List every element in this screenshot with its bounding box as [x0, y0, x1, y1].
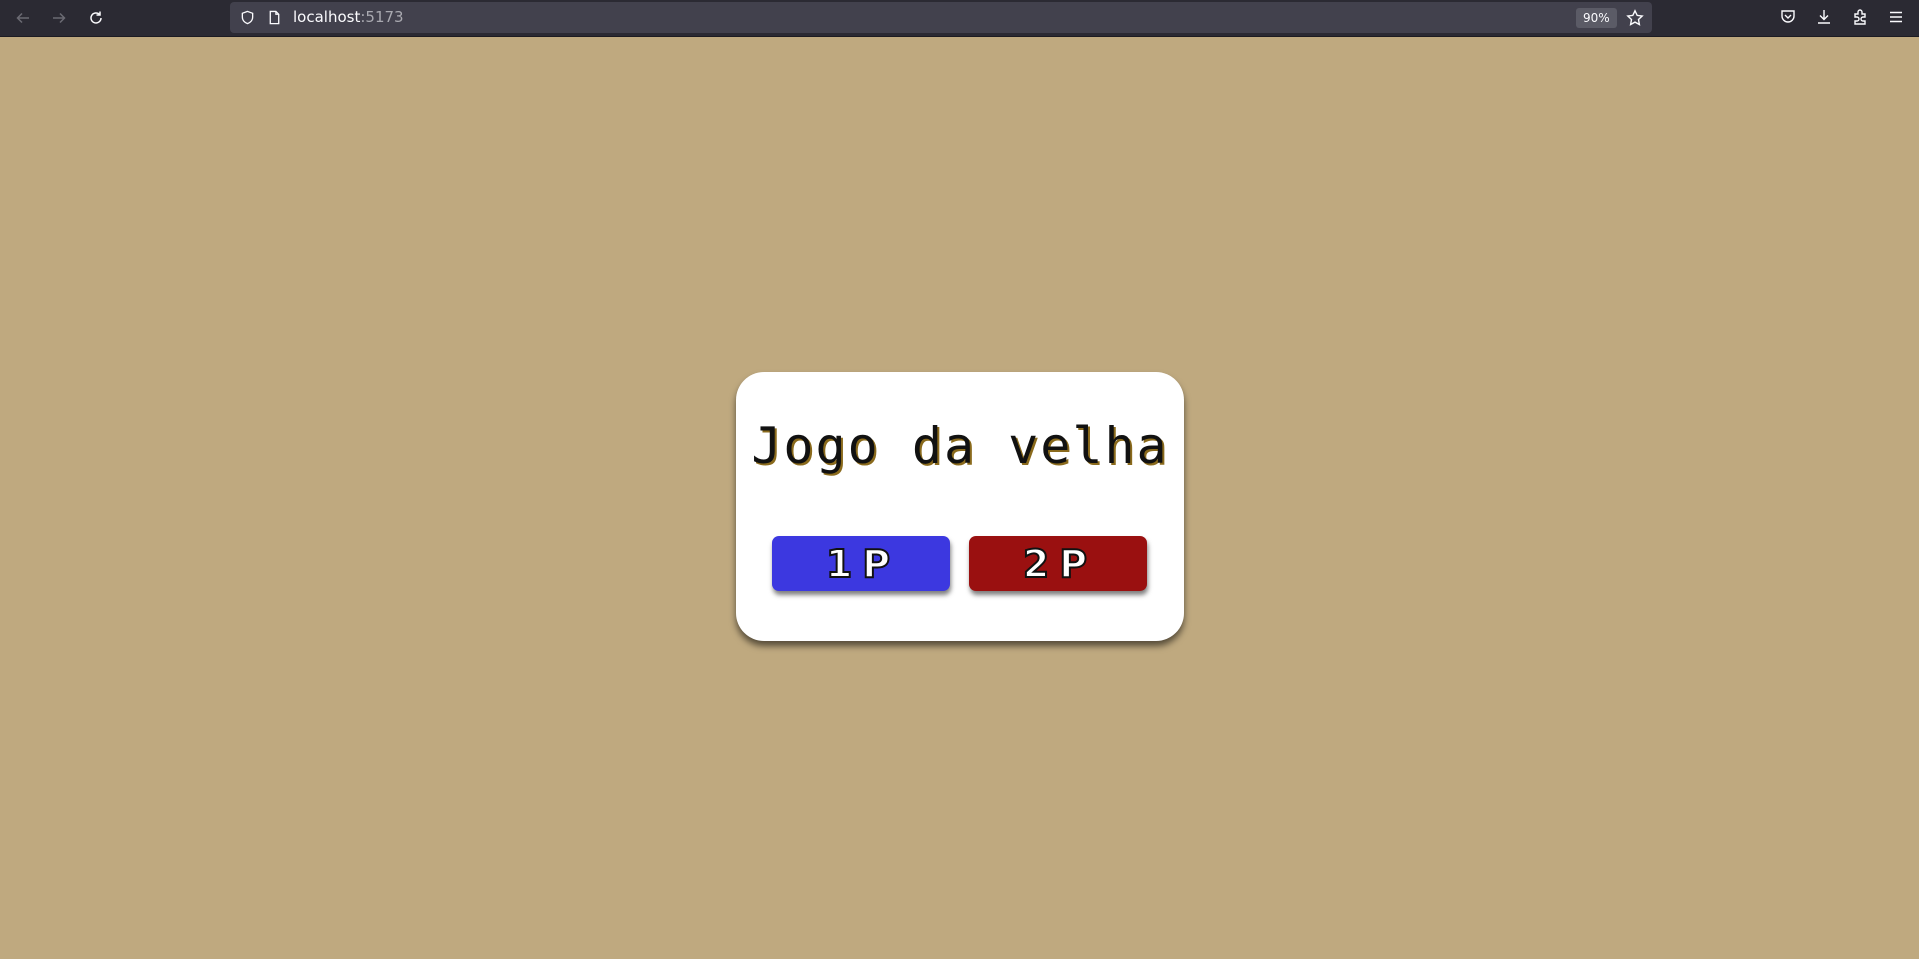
- extensions-icon[interactable]: [1851, 8, 1869, 26]
- game-menu-card: Jogo da velha 1P 2P: [736, 372, 1184, 641]
- url-host: localhost: [293, 8, 361, 26]
- zoom-level-badge[interactable]: 90%: [1576, 8, 1617, 28]
- page-icon[interactable]: [267, 10, 282, 25]
- back-arrow-icon[interactable]: [11, 6, 35, 30]
- shield-icon[interactable]: [240, 10, 255, 25]
- one-player-button[interactable]: 1P: [772, 536, 950, 591]
- pocket-icon[interactable]: [1779, 8, 1797, 26]
- hamburger-menu-icon[interactable]: [1887, 8, 1905, 26]
- forward-arrow-icon[interactable]: [47, 6, 71, 30]
- url-text[interactable]: localhost:5173: [293, 8, 404, 27]
- browser-toolbar: localhost:5173 90%: [0, 0, 1919, 37]
- star-icon[interactable]: [1626, 9, 1644, 27]
- download-icon[interactable]: [1815, 8, 1833, 26]
- page-title: Jogo da velha: [751, 417, 1169, 475]
- two-player-button[interactable]: 2P: [969, 536, 1147, 591]
- url-bar[interactable]: localhost:5173 90%: [230, 2, 1652, 33]
- reload-icon[interactable]: [84, 6, 108, 30]
- url-port: :5173: [360, 8, 404, 26]
